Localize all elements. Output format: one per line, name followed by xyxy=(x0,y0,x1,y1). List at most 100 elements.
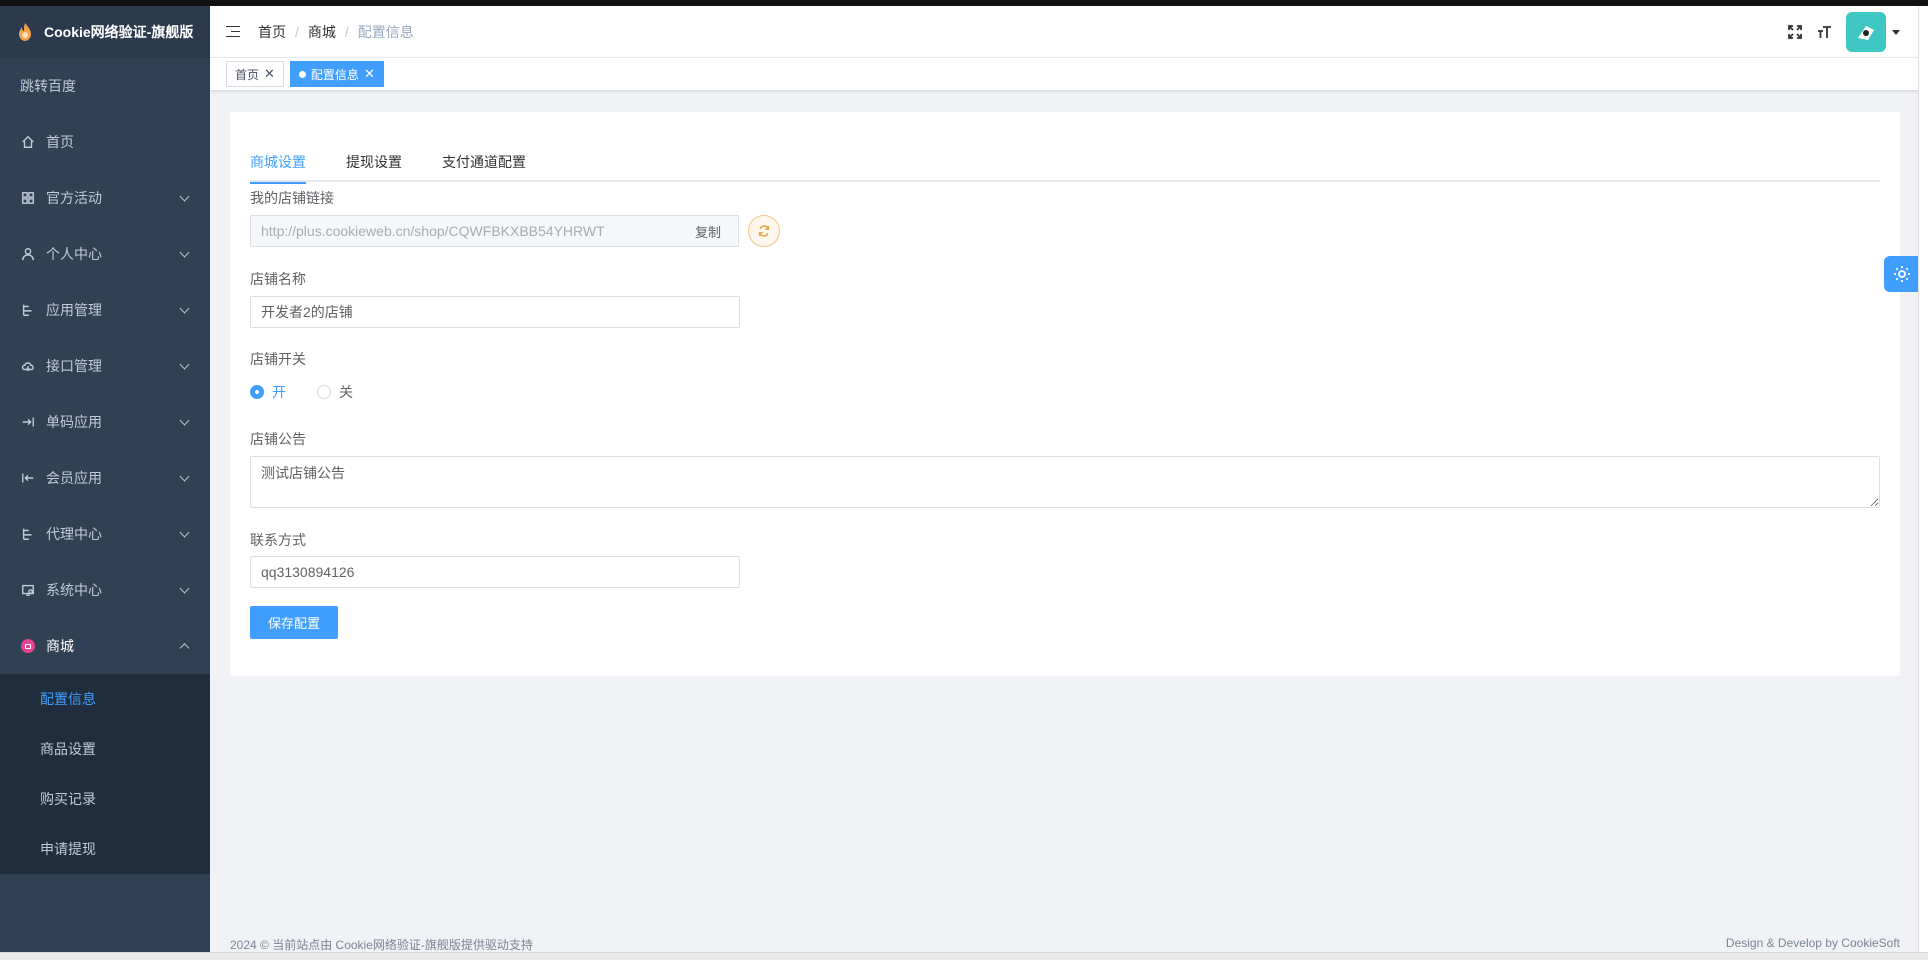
sidebar-item-label: 系统中心 xyxy=(46,582,102,598)
sidebar-item-home[interactable]: 首页 xyxy=(0,114,210,170)
sidebar-subitem-label: 商品设置 xyxy=(40,741,96,757)
sidebar-item-system[interactable]: 系统中心 xyxy=(0,562,210,618)
tab-shop-settings[interactable]: 商城设置 xyxy=(250,142,306,184)
sidebar-item-member[interactable]: 会员应用 xyxy=(0,450,210,506)
sidebar-item-single-code[interactable]: 单码应用 xyxy=(0,394,210,450)
home-icon xyxy=(20,134,36,150)
breadcrumb-home[interactable]: 首页 xyxy=(258,22,286,42)
tab-payment-config[interactable]: 支付通道配置 xyxy=(442,142,526,182)
sidebar-item-label: 个人中心 xyxy=(46,246,102,262)
chevron-down-icon xyxy=(179,583,190,594)
tag-home[interactable]: 首页 ✕ xyxy=(226,61,284,87)
sidebar-item-label: 代理中心 xyxy=(46,526,102,542)
shop-name-input[interactable] xyxy=(250,296,740,328)
breadcrumb-shop[interactable]: 商城 xyxy=(308,22,336,42)
tag-label: 配置信息 xyxy=(310,67,359,82)
contact-input[interactable] xyxy=(250,556,740,588)
shop-icon xyxy=(20,638,36,654)
right-edge-panel xyxy=(1918,6,1928,952)
sidebar-item-label: 接口管理 xyxy=(46,358,102,374)
flame-logo-icon xyxy=(19,23,31,41)
radio-circle xyxy=(250,385,264,399)
radio-shop-off[interactable]: 关 xyxy=(317,382,353,402)
sidebar-item-label: 首页 xyxy=(46,134,74,150)
chevron-down-icon xyxy=(179,191,190,202)
breadcrumb-current: 配置信息 xyxy=(357,23,414,40)
avatar[interactable] xyxy=(1846,12,1886,52)
sidebar-item-baidu[interactable]: 跳转百度 xyxy=(0,58,210,114)
close-icon[interactable]: ✕ xyxy=(264,66,275,82)
refresh-icon xyxy=(758,225,770,237)
sidebar-logo[interactable]: Cookie网络验证-旗舰版 xyxy=(0,6,210,58)
refresh-button[interactable] xyxy=(748,215,780,247)
sidebar-subitem-config[interactable]: 配置信息 xyxy=(0,674,210,724)
arrow-left-bar-icon xyxy=(20,470,36,486)
sidebar-item-label: 应用管理 xyxy=(46,302,102,318)
chevron-down-icon xyxy=(179,415,190,426)
config-tabs: 商城设置 提现设置 支付通道配置 xyxy=(250,142,1880,184)
breadcrumb: 首页 / 商城 / 配置信息 xyxy=(258,22,414,42)
sidebar-item-shop[interactable]: 商城 xyxy=(0,618,210,674)
save-config-button[interactable]: 保存配置 xyxy=(250,606,338,639)
breadcrumb-separator: / xyxy=(295,23,299,40)
footer-credit: Design & Develop by CookieSoft xyxy=(1725,936,1900,950)
chevron-down-icon xyxy=(179,527,190,538)
avatar-image-icon xyxy=(1858,26,1874,40)
sidebar-subitem-products[interactable]: 商品设置 xyxy=(0,724,210,774)
footer-copyright: 2024 © 当前站点由 Cookie网络验证-旗舰版提供驱动支持 xyxy=(230,938,533,952)
sidebar-item-label: 会员应用 xyxy=(46,470,102,486)
sidebar-subitem-withdraw[interactable]: 申请提现 xyxy=(0,824,210,874)
active-dot-icon xyxy=(298,70,306,78)
chevron-down-icon xyxy=(179,471,190,482)
radio-shop-on[interactable]: 开 xyxy=(250,382,286,402)
fullscreen-icon[interactable] xyxy=(1786,23,1804,41)
sidebar-subitem-label: 配置信息 xyxy=(40,691,96,707)
sidebar-item-label: 官方活动 xyxy=(46,190,102,206)
chevron-up-icon xyxy=(179,643,190,654)
contact-label: 联系方式 xyxy=(250,532,306,548)
notice-textarea[interactable]: 测试店铺公告 xyxy=(250,456,1880,508)
tags-view: 首页 ✕ 配置信息 ✕ xyxy=(210,58,1928,91)
monitor-icon xyxy=(20,582,36,598)
copy-button[interactable]: 复制 xyxy=(678,215,739,247)
notice-label: 店铺公告 xyxy=(250,431,306,447)
config-card: 商城设置 提现设置 支付通道配置 我的店铺链接 复制 店铺名称 店铺开关 开 关… xyxy=(230,112,1900,676)
sidebar-subitem-label: 申请提现 xyxy=(40,841,96,857)
sidebar-item-label: 跳转百度 xyxy=(20,78,76,94)
chevron-down-icon xyxy=(179,247,190,258)
tag-label: 首页 xyxy=(235,67,260,82)
chevron-down-icon xyxy=(179,303,190,314)
settings-button[interactable] xyxy=(1884,256,1920,292)
sidebar-subitem-purchases[interactable]: 购买记录 xyxy=(0,774,210,824)
sidebar-item-apps[interactable]: 应用管理 xyxy=(0,282,210,338)
gear-icon xyxy=(1894,266,1910,282)
radio-label: 关 xyxy=(339,384,353,400)
shop-submenu: 配置信息 商品设置 购买记录 申请提现 xyxy=(0,674,210,874)
sidebar-subitem-label: 购买记录 xyxy=(40,791,96,807)
sidebar-item-activities[interactable]: 官方活动 xyxy=(0,170,210,226)
logo-text: Cookie网络验证-旗舰版 xyxy=(44,24,194,40)
tag-config[interactable]: 配置信息 ✕ xyxy=(289,61,384,87)
sidebar-item-profile[interactable]: 个人中心 xyxy=(0,226,210,282)
chevron-down-icon xyxy=(179,359,190,370)
font-size-icon[interactable] xyxy=(1816,23,1834,41)
shop-name-label: 店铺名称 xyxy=(250,271,306,287)
header-actions xyxy=(1786,12,1900,52)
grid-icon xyxy=(20,190,36,206)
radio-circle xyxy=(317,385,331,399)
sidebar-item-label: 单码应用 xyxy=(46,414,102,430)
shop-switch-label: 店铺开关 xyxy=(250,351,306,367)
breadcrumb-separator: / xyxy=(344,23,349,40)
caret-down-icon[interactable] xyxy=(1892,29,1900,35)
sidebar-item-agent[interactable]: 代理中心 xyxy=(0,506,210,562)
shop-link-input[interactable] xyxy=(250,215,679,247)
close-icon[interactable]: ✕ xyxy=(364,66,375,82)
menu-toggle-icon[interactable] xyxy=(226,25,242,39)
tab-withdraw-settings[interactable]: 提现设置 xyxy=(346,142,402,182)
window-bottom-strip xyxy=(0,952,1928,960)
user-icon xyxy=(20,246,36,262)
tree-icon xyxy=(20,526,36,542)
shop-link-label: 我的店铺链接 xyxy=(250,190,334,206)
tree-icon xyxy=(20,302,36,318)
sidebar-item-api[interactable]: 接口管理 xyxy=(0,338,210,394)
